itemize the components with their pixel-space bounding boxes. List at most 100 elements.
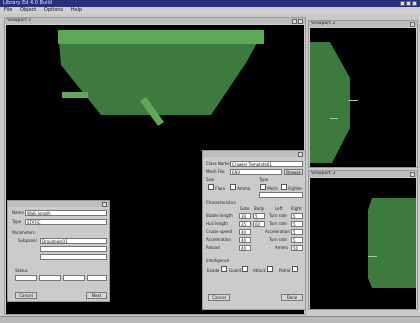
attack-checkbox[interactable] [267,266,274,272]
flare-checkbox[interactable] [208,184,214,190]
evade-checkbox[interactable] [220,266,227,272]
param-field-2[interactable] [40,254,107,260]
small-bar-shape [62,92,88,98]
intel-option-patrol[interactable]: Patrol [279,266,298,273]
guard-checkbox[interactable] [242,266,249,272]
row-field[interactable]: 5 [291,229,303,235]
status-field-4[interactable] [87,275,107,281]
option-flare[interactable]: Flare [208,184,225,191]
menu-object[interactable]: Object [20,7,36,13]
right-cancel-button[interactable]: Cancel [208,294,230,301]
status-field-1[interactable] [15,275,37,281]
row-field[interactable]: 30 [239,213,251,219]
patrol-checkbox[interactable] [291,266,298,272]
row-field[interactable]: 35 [239,221,251,227]
row-label: Cruise speed [206,229,232,234]
row-label: Acceleration [206,237,231,242]
type-field[interactable]: STATIC [25,219,107,225]
left-cancel-button[interactable]: Cancel [15,292,37,299]
left-next-button[interactable]: Next [86,292,107,299]
size-field[interactable] [259,192,303,198]
col-header-body: Body [254,206,265,211]
app-title: Library Ed 4.0 Build [3,0,53,6]
status-field-3[interactable] [63,275,85,281]
object-properties-panel: Name Walk length Type STATIC Parameters … [7,200,110,302]
marker-line [348,100,358,101]
mesh-file-label: Mesh File [206,169,225,174]
name-field[interactable]: Walk length [25,210,107,216]
side-shape-top [310,42,350,163]
row-field[interactable]: 40 [239,245,251,251]
col-header-gate: Gate [240,206,250,211]
main-viewport-title: Viewport 1 [5,18,305,24]
option-fighter[interactable]: Fighter [281,184,302,191]
ammo-checkbox[interactable] [230,184,236,190]
class-name-field[interactable]: Crawler Template01 [230,161,303,167]
menu-bar: File Object Options Help [0,7,420,14]
right-done-button[interactable]: Done [281,294,303,301]
fighter-checkbox[interactable] [281,184,287,190]
option-mech[interactable]: Mech [260,184,278,191]
scene-side-bottom [368,198,416,288]
row-right-label: Turn rate [269,213,287,218]
param-field-1[interactable] [40,246,107,252]
option-ammo[interactable]: Ammo [230,184,250,191]
row-right-label: Acceleration [265,229,290,234]
close-icon[interactable] [412,1,417,6]
close-icon[interactable] [298,152,303,157]
row-right-label: Turn rate [269,221,287,226]
taskbar [0,316,420,323]
subpanel-dropdown[interactable]: Dropdown01 [40,238,107,244]
side-viewport-bottom-canvas[interactable] [310,178,416,309]
close-icon[interactable] [102,202,107,207]
browse-button[interactable]: Browse [284,169,303,175]
name-label: Name [12,210,24,215]
row-label: Reload [206,245,220,250]
side-viewport-top-canvas[interactable] [310,28,416,167]
mech-checkbox[interactable] [260,184,266,190]
row-field[interactable]: 40 [239,237,251,243]
intelligence-label: Intelligence [206,258,230,263]
close-icon[interactable] [410,172,415,177]
type-group-label: Type [259,177,269,182]
row-field[interactable]: 50 [291,245,303,251]
side-shape-bottom [368,198,416,288]
class-panel-title [203,151,305,157]
class-name-label: Class Name [206,161,230,166]
row-field[interactable]: 60 [253,221,265,227]
row-field[interactable]: 5 [291,213,303,219]
parameters-label: Parameters [12,230,35,235]
row-field[interactable]: 5 [291,221,303,227]
row-field[interactable]: 5 [253,213,265,219]
row-right-label: Turn rate [269,237,287,242]
maximize-icon[interactable] [406,1,411,6]
status-field-2[interactable] [39,275,61,281]
scene-side-top [310,42,358,163]
hull-top-strip [58,30,264,44]
row-field[interactable]: 5 [291,237,303,243]
close-icon[interactable] [410,22,415,27]
menu-options[interactable]: Options [44,7,63,13]
app-titlebar: Library Ed 4.0 Build [0,0,420,7]
intel-option-evade[interactable]: Evade [207,266,227,273]
characteristics-label: Characteristics [206,200,236,205]
side-viewport-bottom-title: Viewport 3 [309,171,417,177]
side-viewport-top: Viewport 2 [308,20,418,168]
menu-help[interactable]: Help [71,7,82,13]
intel-option-attack[interactable]: Attack [253,266,274,273]
row-field[interactable]: 40 [239,229,251,235]
mesh-file-field[interactable]: ENV [230,169,282,175]
menu-file[interactable]: File [4,7,12,13]
close-icon[interactable] [298,19,303,24]
minimize-icon[interactable] [400,1,405,6]
marker-line [330,118,338,119]
size-label: Size [206,177,215,182]
intel-option-guard[interactable]: Guard [229,266,249,273]
minimize-icon[interactable] [292,19,297,24]
side-viewport-top-title: Viewport 2 [309,21,417,27]
marker-line [368,256,377,257]
subpanel-label: Subpanel [18,238,37,243]
row-label: Hull length [206,221,228,226]
row-label: Stable length [206,213,233,218]
object-panel-title [8,201,109,207]
